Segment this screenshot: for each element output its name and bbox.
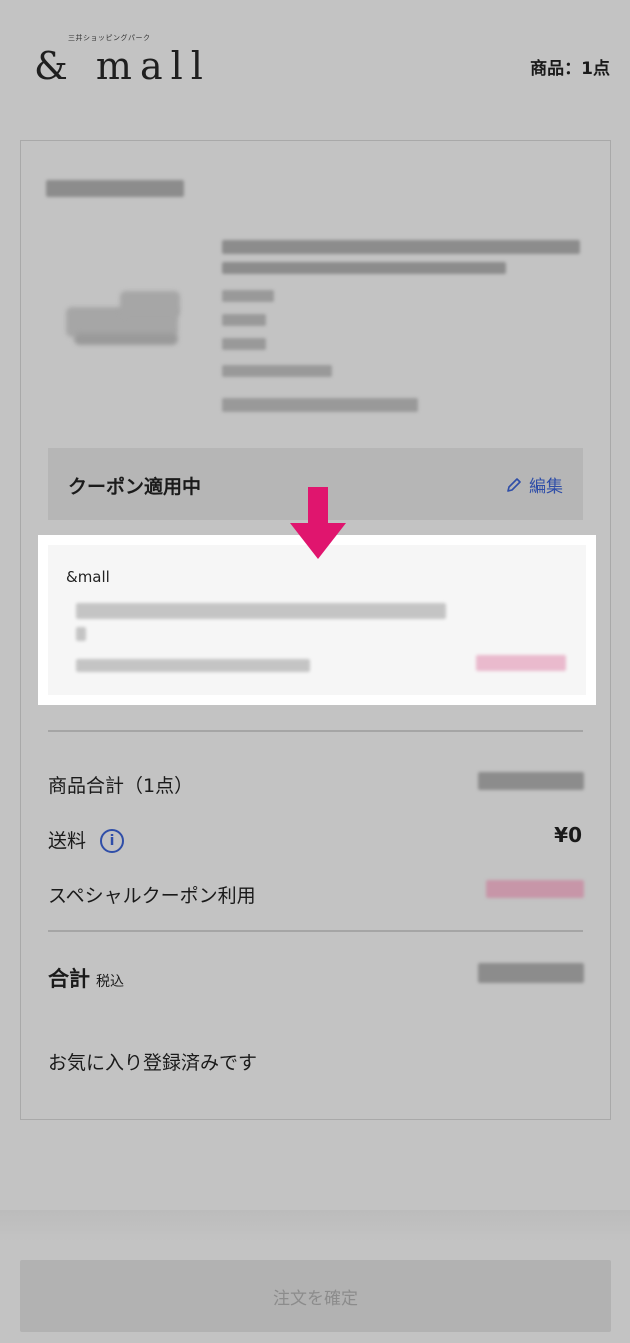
shipping-row: 送料 i (48, 826, 125, 853)
total-label: 合計 (48, 967, 90, 991)
header: 三井ショッピングパーク & mall 商品：1点 (0, 0, 630, 110)
logo-subtitle: 三井ショッピングパーク (68, 34, 151, 42)
info-icon[interactable]: i (100, 829, 125, 853)
edit-coupon-button[interactable]: 編集 (505, 472, 563, 497)
redacted-coupon-period (76, 659, 310, 672)
redacted-product-spec (222, 314, 266, 326)
redacted-product-name (222, 240, 580, 254)
subtotal-label: 商品合計（1点） (48, 775, 194, 797)
redacted-total-value (478, 963, 584, 983)
coupon-shop-name: &mall (66, 568, 110, 586)
divider (48, 930, 583, 932)
special-coupon-label: スペシャルクーポン利用 (48, 885, 256, 907)
redacted-coupon-discount (476, 655, 566, 671)
down-arrow-icon (290, 487, 346, 559)
applied-coupon-card[interactable]: &mall (48, 545, 586, 695)
divider (48, 730, 583, 732)
redacted-product-spec (222, 338, 266, 350)
total-row: 合計 税込 (48, 963, 124, 993)
redacted-product-name-2 (222, 262, 506, 274)
shipping-label: 送料 (48, 830, 87, 852)
redacted-product-spec (222, 290, 274, 302)
tax-included-label: 税込 (96, 974, 124, 990)
redacted-coupon-title (76, 603, 446, 619)
redacted-brand (46, 180, 184, 197)
shipping-value: ¥0 (554, 823, 582, 847)
item-count: 商品：1点 (530, 59, 610, 79)
confirm-order-button[interactable]: 注文を確定 (20, 1260, 611, 1332)
edit-label: 編集 (529, 477, 563, 497)
redacted-product-spec (222, 365, 332, 377)
redacted-coupon-amount (486, 880, 584, 898)
logo[interactable]: & mall (34, 44, 211, 88)
redacted-subtotal-value (478, 772, 584, 790)
pencil-icon (507, 477, 521, 492)
footer: 注文を確定 (0, 1210, 630, 1343)
coupon-applied-label: クーポン適用中 (68, 476, 202, 498)
product-image[interactable] (60, 285, 185, 355)
redacted-product-code (222, 398, 418, 412)
favorite-status: お気に入り登録済みです (48, 1052, 258, 1074)
redacted-coupon-title-2 (76, 627, 86, 641)
